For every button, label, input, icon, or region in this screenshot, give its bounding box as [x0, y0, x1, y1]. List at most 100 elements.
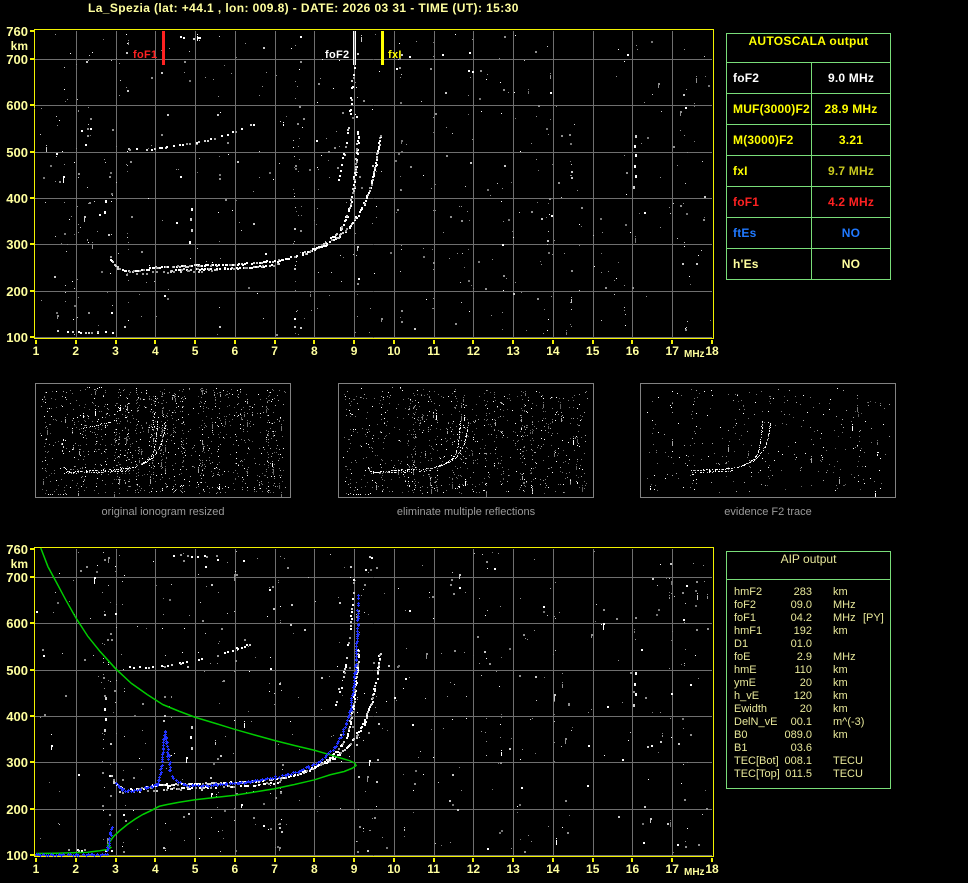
aip-row-label: hmE — [734, 664, 757, 676]
bottom-plot-x-tick-label: 16 — [621, 862, 643, 876]
aip-row-label: foF1 — [734, 612, 756, 624]
thumb-original-ionogram-canvas — [36, 384, 290, 497]
top-plot-y-tick-label: 200 — [0, 284, 28, 299]
aip-row-value: 110 — [767, 664, 812, 676]
aip-table-title: AIP output — [727, 552, 890, 580]
bottom-plot-y-tick-label: 400 — [0, 709, 28, 724]
autoscala-output-table: AUTOSCALA output foF29.0 MHzMUF(3000)F22… — [726, 33, 891, 280]
top-plot-x-tick-label: 10 — [383, 344, 405, 358]
autoscala-row-value: 9.0 MHz — [812, 63, 890, 93]
top-plot-x-tick-label: 11 — [423, 344, 445, 358]
aip-table-row: ymE20km — [727, 677, 890, 690]
autoscala-row-value: 4.2 MHz — [812, 187, 890, 217]
aip-row-label: foE — [734, 651, 751, 663]
aip-row-unit: km — [833, 729, 848, 741]
aip-row-unit: km — [833, 703, 848, 715]
bottom-plot-y-axis-unit-label: km — [0, 557, 28, 571]
bottom-plot-y-tick-label: 100 — [0, 848, 28, 863]
thumb-caption-original: original ionogram resized — [35, 506, 291, 518]
top-plot-y-tick-label: 300 — [0, 237, 28, 252]
aip-output-table: AIP output hmF2283kmfoF209.0MHzfoF104.2M… — [726, 551, 891, 789]
top-plot-y-tick-label: 760 — [0, 24, 28, 39]
aip-table-row: TEC[Top]011.5TECU — [727, 768, 890, 781]
autoscala-row-label: h'Es — [727, 249, 812, 279]
top-plot-x-axis-unit-label: MHz — [684, 349, 705, 360]
aip-row-value: 120 — [767, 690, 812, 702]
bottom-plot-x-tick-label: 11 — [423, 862, 445, 876]
aip-row-unit: km — [833, 625, 848, 637]
bottom-plot-x-tick-label: 15 — [582, 862, 604, 876]
top-plot-y-axis-unit-label: km — [0, 39, 28, 53]
autoscala-table-row: h'EsNO — [727, 249, 890, 279]
aip-row-unit: TECU — [833, 768, 863, 780]
aip-row-label: D1 — [734, 638, 748, 650]
aip-row-value: 008.1 — [767, 755, 812, 767]
top-plot-x-tick-label: 7 — [264, 344, 286, 358]
bottom-plot-x-tick-label: 2 — [65, 862, 87, 876]
thumb-original-ionogram — [35, 383, 291, 498]
autoscala-table-row: ftEsNO — [727, 218, 890, 249]
bottom-plot-x-tick-label: 7 — [264, 862, 286, 876]
autoscala-row-value: 28.9 MHz — [812, 94, 890, 124]
bottom-plot-x-tick-label: 1 — [25, 862, 47, 876]
autoscala-table-row: M(3000)F23.21 — [727, 125, 890, 156]
autoscala-output-screen: La_Spezia (lat: +44.1 , lon: 009.8) - DA… — [0, 0, 968, 883]
aip-row-unit: MHz — [833, 651, 856, 663]
aip-row-value: 283 — [767, 586, 812, 598]
autoscala-row-value: 3.21 — [812, 125, 890, 155]
aip-row-unit: km — [833, 586, 848, 598]
top-plot-x-tick-label: 8 — [303, 344, 325, 358]
bottom-plot-y-tick-label: 700 — [0, 570, 28, 585]
top-plot-y-tick-label: 400 — [0, 191, 28, 206]
autoscala-row-label: M(3000)F2 — [727, 125, 812, 155]
autoscala-table-row: foF14.2 MHz — [727, 187, 890, 218]
aip-row-value: 011.5 — [767, 768, 812, 780]
aip-row-value: 00.1 — [767, 716, 812, 728]
aip-row-label: Ewidth — [734, 703, 767, 715]
bottom-plot-x-tick-label: 6 — [224, 862, 246, 876]
aip-table-row: TEC[Bot]008.1TECU — [727, 755, 890, 768]
bottom-plot-y-tick-label: 300 — [0, 755, 28, 770]
thumb-caption-evidence: evidence F2 trace — [640, 506, 896, 518]
thumb-evidence-f2-trace — [640, 383, 896, 498]
aip-row-note: [PY] — [863, 612, 884, 624]
top-plot-x-tick-label: 14 — [542, 344, 564, 358]
aip-table-row: foF209.0MHz — [727, 599, 890, 612]
station-info-header: La_Spezia (lat: +44.1 , lon: 009.8) - DA… — [88, 1, 519, 15]
aip-row-label: hmF1 — [734, 625, 762, 637]
top-plot-x-tick-label: 12 — [462, 344, 484, 358]
aip-table-row: foF104.2MHz[PY] — [727, 612, 890, 625]
bottom-plot-x-tick-label: 9 — [343, 862, 365, 876]
aip-row-unit: km — [833, 690, 848, 702]
aip-table-row: DelN_vE00.1m^(-3) — [727, 716, 890, 729]
bottom-plot-y-tick-label: 500 — [0, 663, 28, 678]
aip-row-label: B0 — [734, 729, 747, 741]
thumb-caption-eliminate: eliminate multiple reflections — [338, 506, 594, 518]
aip-row-label: foF2 — [734, 599, 756, 611]
top-plot-x-tick-label: 3 — [105, 344, 127, 358]
autoscala-table-row: fxI9.7 MHz — [727, 156, 890, 187]
autoscala-row-value: 9.7 MHz — [812, 156, 890, 186]
aip-table-row: hmF2 283 km — [727, 586, 890, 599]
bottom-plot-x-tick-label: 17 — [661, 862, 683, 876]
bottom-plot-x-axis-unit-label: MHz — [684, 867, 705, 878]
aip-row-unit: TECU — [833, 755, 863, 767]
aip-table-row: hmF1 192 km — [727, 625, 890, 638]
aip-row-value: 192 — [767, 625, 812, 637]
top-plot-x-tick-label: 6 — [224, 344, 246, 358]
thumb-eliminate-reflections-canvas — [339, 384, 593, 497]
autoscala-table-row: MUF(3000)F228.9 MHz — [727, 94, 890, 125]
aip-row-label: hmF2 — [734, 586, 762, 598]
autoscala-table-title: AUTOSCALA output — [727, 34, 890, 63]
autoscala-row-label: foF1 — [727, 187, 812, 217]
aip-row-label: B1 — [734, 742, 747, 754]
autoscala-row-label: ftEs — [727, 218, 812, 248]
fxi-marker-label: fxI — [388, 49, 402, 61]
top-plot-x-tick-label: 16 — [621, 344, 643, 358]
aip-row-value: 20 — [767, 677, 812, 689]
aip-row-unit: m^(-3) — [833, 716, 864, 728]
top-plot-y-tick-label: 600 — [0, 98, 28, 113]
aip-table-row: foE2.9MHz — [727, 651, 890, 664]
autoscala-table-rows: foF29.0 MHzMUF(3000)F228.9 MHzM(3000)F23… — [727, 63, 890, 279]
bottom-plot-x-tick-label: 14 — [542, 862, 564, 876]
